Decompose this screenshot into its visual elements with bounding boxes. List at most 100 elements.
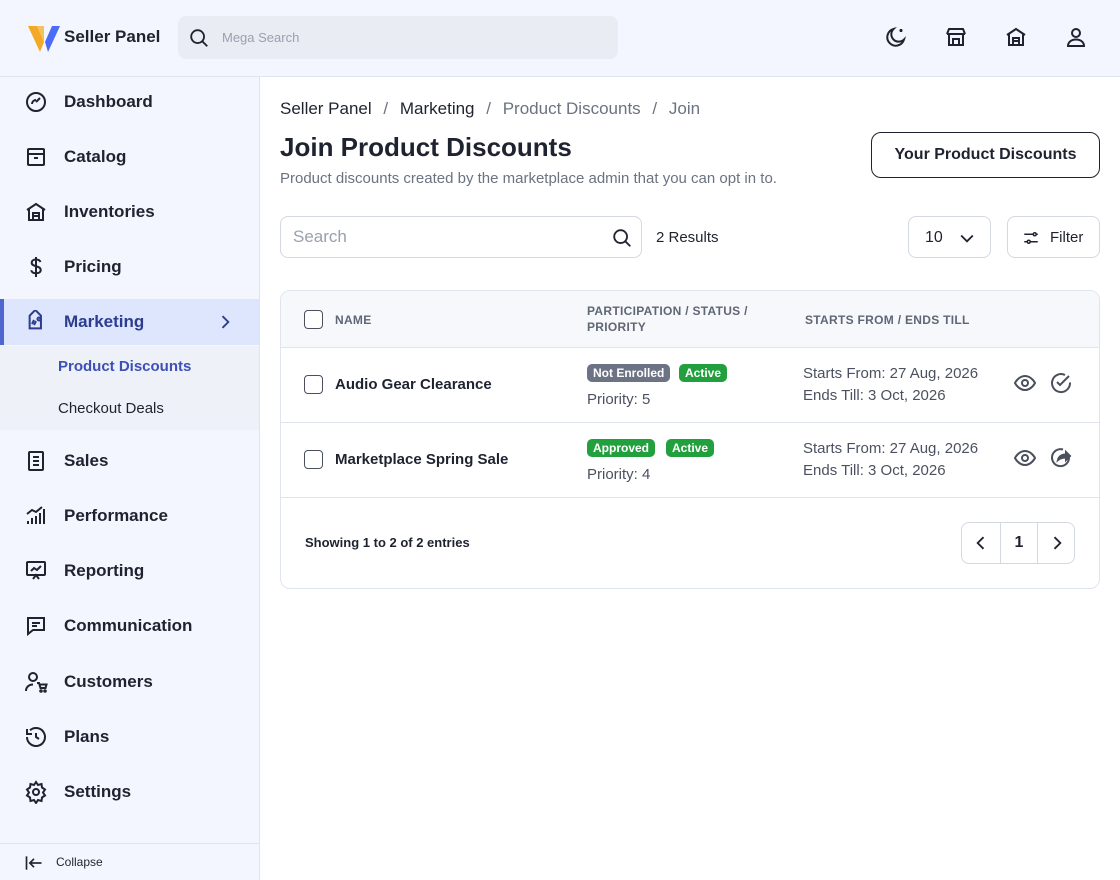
sidebar-item-performance[interactable]: Performance xyxy=(0,493,259,539)
dollar-icon xyxy=(30,257,42,277)
sidebar-item-inventories[interactable]: Inventories xyxy=(0,189,259,235)
sidebar-item-customers[interactable]: Customers xyxy=(0,659,259,705)
discount-name: Audio Gear Clearance xyxy=(335,376,492,393)
sidebar-item-label: Pricing xyxy=(64,257,122,276)
mega-search-input[interactable]: Mega Search xyxy=(178,16,618,59)
submenu-item-product-discounts[interactable]: Product Discounts xyxy=(58,358,191,375)
row-checkbox[interactable] xyxy=(304,450,323,469)
start-date: Starts From: 27 Aug, 2026 xyxy=(803,440,979,457)
breadcrumb: Seller Panel / Marketing / Product Disco… xyxy=(280,99,707,119)
breadcrumb-separator: / xyxy=(652,99,658,118)
moon-icon[interactable] xyxy=(884,25,908,49)
sidebar-item-label: Performance xyxy=(64,506,168,525)
chat-icon xyxy=(27,617,45,637)
user-icon[interactable] xyxy=(1064,25,1088,49)
your-product-discounts-button[interactable]: Your Product Discounts xyxy=(871,132,1100,178)
sidebar-item-label: Plans xyxy=(64,727,110,746)
per-page-select[interactable]: 10 xyxy=(908,216,991,258)
sidebar-item-pricing[interactable]: Pricing xyxy=(0,244,259,290)
showing-entries: Showing 1 to 2 of 2 entries xyxy=(305,535,470,550)
table-row: Marketplace Spring Sale Approved Active … xyxy=(281,423,1099,498)
breadcrumb-item[interactable]: Marketing xyxy=(400,99,475,118)
end-date: Ends Till: 3 Oct, 2026 xyxy=(803,387,946,404)
tag-icon xyxy=(28,310,42,330)
breadcrumb-item[interactable]: Product Discounts xyxy=(503,99,641,118)
sidebar: Dashboard Catalog Inventories Pricing Ma… xyxy=(0,77,260,880)
collapse-button[interactable]: Collapse xyxy=(0,843,259,880)
sidebar-item-label: Customers xyxy=(64,672,153,691)
sidebar-item-label: Communication xyxy=(64,616,193,635)
page-title: Join Product Discounts xyxy=(280,132,572,162)
results-count: 2 Results xyxy=(656,229,719,246)
filter-button[interactable]: Filter xyxy=(1007,216,1100,258)
sliders-icon xyxy=(1024,232,1038,244)
column-header-priority: PRIORITY xyxy=(587,320,647,334)
breadcrumb-item[interactable]: Seller Panel xyxy=(280,99,372,118)
sidebar-item-reporting[interactable]: Reporting xyxy=(0,548,259,594)
brand-logo-icon[interactable] xyxy=(28,22,60,54)
check-circle-icon[interactable] xyxy=(1049,371,1073,395)
inventories-icon xyxy=(26,202,46,221)
page-subtitle: Product discounts created by the marketp… xyxy=(280,170,777,187)
performance-icon xyxy=(26,506,45,524)
sidebar-item-plans[interactable]: Plans xyxy=(0,714,259,760)
next-page-button[interactable] xyxy=(1038,523,1076,563)
store-icon[interactable] xyxy=(944,25,968,49)
customers-icon xyxy=(25,672,48,693)
row-checkbox[interactable] xyxy=(304,375,323,394)
participation-badge: Approved xyxy=(587,439,656,457)
breadcrumb-separator: / xyxy=(486,99,491,118)
sidebar-item-catalog[interactable]: Catalog xyxy=(0,134,259,180)
sidebar-item-marketing[interactable]: Marketing xyxy=(0,299,259,345)
priority-text: Priority: 5 xyxy=(587,391,651,408)
page-number-button[interactable]: 1 xyxy=(1000,523,1038,563)
sidebar-item-communication[interactable]: Communication xyxy=(0,603,259,649)
discount-name: Marketplace Spring Sale xyxy=(335,451,509,468)
history-icon xyxy=(26,727,46,747)
share-icon[interactable] xyxy=(1049,446,1073,470)
sidebar-item-label: Inventories xyxy=(64,202,155,221)
chevron-right-icon xyxy=(1053,536,1062,550)
status-badge: Active xyxy=(679,364,728,382)
gear-icon xyxy=(25,780,47,804)
discounts-table: NAME PARTICIPATION / STATUS / PRIORITY S… xyxy=(280,290,1100,589)
sidebar-item-label: Settings xyxy=(64,782,132,801)
warehouse-icon[interactable] xyxy=(1004,25,1028,49)
sidebar-item-settings[interactable]: Settings xyxy=(0,769,259,815)
brand-name[interactable]: Seller Panel xyxy=(64,27,160,47)
submenu-item-checkout-deals[interactable]: Checkout Deals xyxy=(58,400,164,417)
sidebar-item-dashboard[interactable]: Dashboard xyxy=(0,79,259,125)
chevron-left-icon xyxy=(976,536,985,550)
chevron-right-icon xyxy=(221,315,230,329)
search-placeholder: Mega Search xyxy=(222,30,300,45)
pagination: 1 xyxy=(961,522,1075,564)
filter-label: Filter xyxy=(1050,229,1084,246)
search-input[interactable] xyxy=(293,226,593,248)
column-header-dates[interactable]: STARTS FROM / ENDS TILL xyxy=(805,312,970,328)
collapse-arrow-icon xyxy=(25,856,42,870)
eye-icon[interactable] xyxy=(1013,446,1037,470)
start-date: Starts From: 27 Aug, 2026 xyxy=(803,365,979,382)
table-row: Audio Gear Clearance Not Enrolled Active… xyxy=(281,348,1099,423)
sidebar-item-label: Dashboard xyxy=(64,92,153,111)
sidebar-item-sales[interactable]: Sales xyxy=(0,438,259,484)
per-page-value: 10 xyxy=(925,229,943,246)
status-badge: Active xyxy=(666,439,715,457)
dashboard-icon xyxy=(26,92,46,112)
column-header-participation[interactable]: PARTICIPATION / STATUS / xyxy=(587,303,748,319)
sidebar-item-label: Sales xyxy=(64,451,109,470)
column-header-name[interactable]: NAME xyxy=(335,312,372,328)
prev-page-button[interactable] xyxy=(962,523,1000,563)
marketing-submenu: Product Discounts Checkout Deals xyxy=(0,346,259,430)
sidebar-item-label: Catalog xyxy=(64,147,127,166)
select-all-checkbox[interactable] xyxy=(304,310,323,329)
eye-icon[interactable] xyxy=(1013,371,1037,395)
search-field[interactable] xyxy=(280,216,642,258)
chevron-down-icon xyxy=(960,234,974,243)
reporting-icon xyxy=(26,561,46,580)
sidebar-item-label: Marketing xyxy=(64,312,145,331)
search-icon[interactable] xyxy=(611,227,633,249)
sidebar-item-label: Reporting xyxy=(64,561,145,580)
table-header: NAME PARTICIPATION / STATUS / PRIORITY S… xyxy=(281,291,1099,348)
priority-text: Priority: 4 xyxy=(587,466,651,483)
